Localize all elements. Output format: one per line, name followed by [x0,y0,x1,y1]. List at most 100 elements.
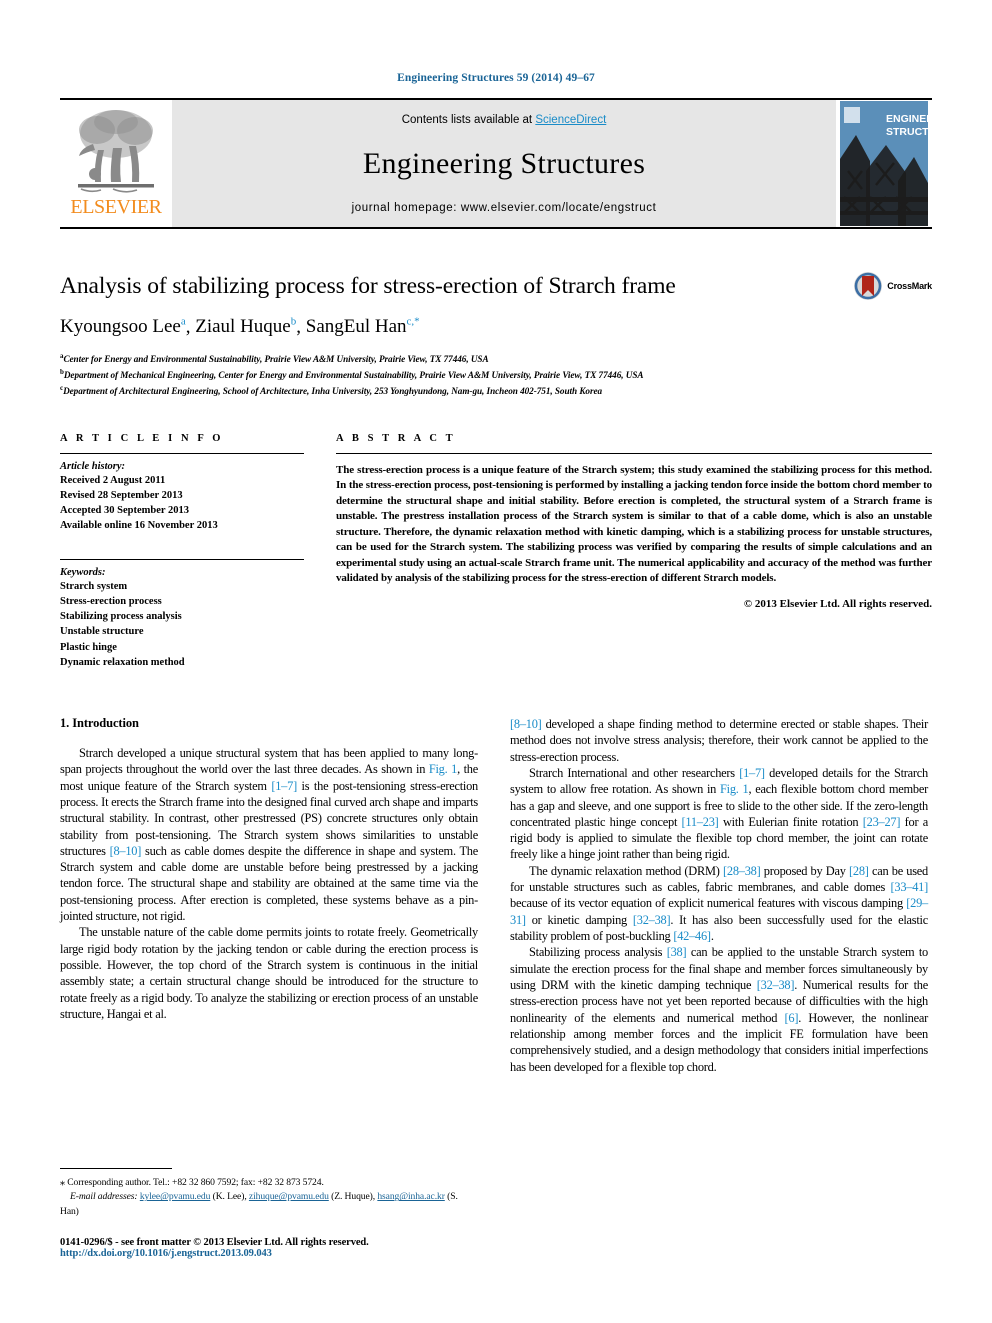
publisher-logo: ELSEVIER [60,100,172,227]
citation-link[interactable]: [33–41] [891,880,929,894]
body-column-right: [8–10] developed a shape finding method … [510,716,928,1075]
footnote-block: ⁎ Corresponding author. Tel.: +82 32 860… [60,1168,478,1219]
affiliation-text: Center for Energy and Environmental Sust… [63,353,489,364]
article-info-heading: A R T I C L E I N F O [60,432,224,444]
title-block: Analysis of stabilizing process for stre… [60,271,932,399]
abstract-column: A B S T R A C T The stress-erection proc… [336,433,932,670]
keywords-title: Keywords: [60,566,106,578]
keywords-rule [60,558,304,560]
author-affil-marker: a [180,315,186,328]
crossmark-icon [854,272,883,300]
asterisk-icon: ⁎ [60,1177,65,1188]
history-available-online: Available online 16 November 2013 [60,520,218,532]
body-paragraph: The dynamic relaxation method (DRM) [28–… [510,863,928,945]
contents-available-line: Contents lists available at ScienceDirec… [402,114,607,126]
cover-title-line1: ENGINEERING [886,113,928,125]
masthead-center: Contents lists available at ScienceDirec… [172,100,836,227]
section-title-introduction: 1. Introduction [60,715,139,730]
body-paragraph: Strarch developed a unique structural sy… [60,745,478,924]
article-info-column: A R T I C L E I N F O Article history: R… [60,433,304,670]
affiliation-c: cDepartment of Architectural Engineering… [60,383,822,399]
running-head: Engineering Structures 59 (2014) 49–67 [397,72,595,84]
author-list: Kyoungsoo Leea, Ziaul Huqueb, SangEul Ha… [60,315,420,338]
paragraph-text: developed a shape finding method to dete… [510,716,928,764]
history-revised: Revised 28 September 2013 [60,489,183,501]
colophon-block: 0141-0296/$ - see front matter © 2013 El… [60,1237,560,1259]
citation-link[interactable]: [38] [667,945,687,959]
history-accepted: Accepted 30 September 2013 [60,505,189,517]
abstract-heading: A B S T R A C T [336,432,456,444]
elsevier-wordmark: ELSEVIER [70,196,162,218]
page-title: Analysis of stabilizing process for stre… [60,273,676,299]
journal-title: Engineering Structures [362,147,646,180]
paragraph-text: because of its vector equation of explic… [510,896,907,911]
article-history-title: Article history: [60,460,126,472]
author-name: Kyoungsoo Lee [60,316,181,338]
citation-link[interactable]: Fig. 1 [429,762,458,776]
history-received: Received 2 August 2011 [60,474,166,486]
citation-link[interactable]: [11–23] [682,815,719,829]
author-affil-marker: c,* [406,315,420,328]
body-paragraph: [8–10] developed a shape finding method … [510,716,928,765]
journal-cover-container: ENGINEERING STRUCTURES [836,100,932,227]
citation-link[interactable]: [8–10] [510,717,542,731]
affiliation-list: aCenter for Energy and Environmental Sus… [60,351,822,399]
citation-link[interactable]: [8–10] [110,844,142,858]
author-affil-marker: b [290,315,297,328]
affiliation-a: aCenter for Energy and Environmental Sus… [60,351,822,367]
citation-link[interactable]: [32–38] [633,913,671,927]
cover-title-line2: STRUCTURES [886,126,928,138]
keyword-2: Stabilizing process analysis [60,611,182,623]
elsevier-tree-icon [78,110,154,193]
article-page: Engineering Structures 59 (2014) 49–67 E… [0,0,992,1323]
citation-link[interactable]: [1–7] [271,779,297,793]
body-paragraph: Strarch International and other research… [510,765,928,863]
corresponding-author-note: ⁎ Corresponding author. Tel.: +82 32 860… [60,1175,478,1190]
paragraph-text: . [710,929,714,943]
journal-cover-image: ENGINEERING STRUCTURES [840,101,928,226]
left-paragraph-container: Strarch developed a unique structural sy… [60,745,478,1022]
sciencedirect-link[interactable]: ScienceDirect [535,114,606,126]
author-2: SangEul Hanc,* [306,316,420,337]
keywords-block: Keywords: Strarch system Stress-erection… [60,552,304,670]
citation-link[interactable]: [32–38] [757,978,795,992]
paragraph-text: or kinetic damping [525,912,633,927]
email-link-han[interactable]: hsang@inha.ac.kr [377,1191,445,1202]
citation-link[interactable]: [23–27] [863,815,901,829]
author-1: Ziaul Huqueb [195,316,296,337]
crossmark-label: CrossMark [887,281,932,291]
email-link-huque[interactable]: zihuque@pvamu.edu [249,1191,329,1202]
issn-copyright-line: 0141-0296/$ - see front matter © 2013 El… [60,1237,369,1248]
affiliation-b: bDepartment of Mechanical Engineering, C… [60,367,822,383]
email-owner-huque: (Z. Huque) [331,1191,373,1203]
body-paragraph: The unstable nature of the cable dome pe… [60,924,478,1022]
keyword-0: Strarch system [60,580,128,592]
email-owner-lee: (K. Lee) [212,1191,245,1203]
crossmark-badge[interactable]: CrossMark [853,271,932,301]
author-name: Ziaul Huque [195,316,291,338]
journal-masthead: ELSEVIER Contents lists available at Sci… [60,98,932,229]
keyword-3: Unstable structure [60,626,144,638]
paragraph-text: Strarch developed a unique structural sy… [60,745,478,777]
citation-link[interactable]: [1–7] [739,766,765,780]
email-label: E-mail addresses: [70,1191,138,1203]
abstract-text: The stress-erection process is a unique … [336,463,932,585]
paragraph-text: Strarch International and other research… [529,765,740,780]
contents-prefix: Contents lists available at [401,114,536,126]
citation-link[interactable]: [42–46] [673,929,711,943]
body-paragraph: Stabilizing process analysis [38] can be… [510,944,928,1075]
right-paragraph-container: [8–10] developed a shape finding method … [510,716,928,1075]
email-link-lee[interactable]: kylee@pvamu.edu [140,1191,211,1202]
paragraph-text: Stabilizing process analysis [529,945,667,960]
paragraph-text: The dynamic relaxation method (DRM) [529,863,723,878]
citation-link[interactable]: [28–38] [723,864,761,878]
keyword-5: Dynamic relaxation method [60,656,185,668]
keyword-1: Stress-erection process [60,595,162,607]
citation-link[interactable]: Fig. 1 [720,782,749,796]
citation-link[interactable]: [6] [785,1011,799,1025]
doi-link[interactable]: http://dx.doi.org/10.1016/j.engstruct.20… [60,1248,560,1259]
citation-link[interactable]: [28] [849,864,869,878]
paragraph-text: The unstable nature of the cable dome pe… [60,925,478,1021]
journal-homepage-line[interactable]: journal homepage: www.elsevier.com/locat… [352,202,657,214]
article-history-block: Article history: Received 2 August 2011 … [60,454,304,534]
